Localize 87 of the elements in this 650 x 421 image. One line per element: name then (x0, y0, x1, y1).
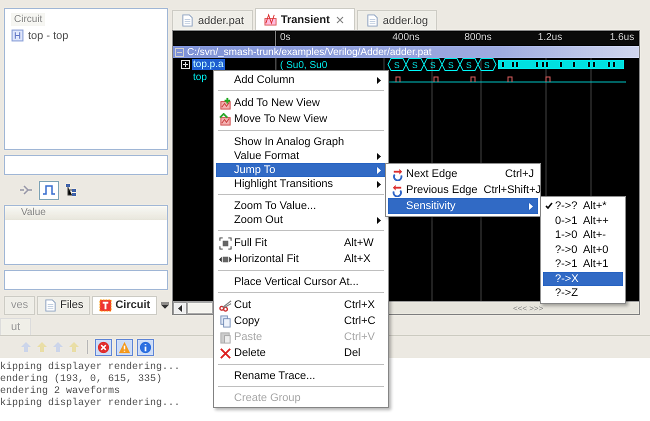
editor-tab[interactable]: Transient (254, 8, 355, 30)
scroll-label: <<< >>> (513, 304, 544, 312)
menu-item[interactable]: Next Edge Ctrl+J (388, 166, 538, 182)
module-icon (11, 29, 24, 42)
menu-item[interactable]: Add Column (216, 73, 386, 87)
time-label: 1.2us (538, 32, 562, 43)
panel-tab[interactable]: Circuit (92, 296, 158, 314)
expand-icon[interactable] (181, 60, 190, 69)
copy-icon (218, 314, 232, 328)
menu-item[interactable]: ?->1 Alt+1 (543, 257, 623, 272)
menu-item[interactable]: Previous Edge Ctrl+Shift+J (388, 182, 538, 198)
bus-segment: S (477, 58, 497, 71)
menu-item[interactable]: ?->Z (543, 286, 623, 300)
filter-field[interactable] (4, 155, 168, 175)
menu-item[interactable]: Place Vertical Cursor At... (216, 275, 386, 289)
menu-item[interactable]: Sensitivity (388, 198, 538, 214)
left-arrow-icon (178, 304, 182, 312)
dropdown-icon[interactable] (161, 301, 170, 309)
scissors-icon (218, 298, 232, 312)
close-icon[interactable] (336, 16, 344, 24)
tree-item[interactable]: top - top (11, 29, 161, 42)
warning-icon (118, 340, 131, 354)
document-icon (44, 298, 58, 312)
file-path-row: C:/svn/_smash-trunk/examples/Verilog/Adder/adder.pat (173, 46, 639, 58)
menu-item[interactable]: Horizontal Fit Alt+X (216, 251, 386, 267)
menu-item[interactable]: Zoom Out (216, 213, 386, 227)
signal-name[interactable]: top (192, 72, 208, 83)
hierarchy-icon (65, 184, 79, 196)
bus-segment: S (441, 58, 461, 71)
menu-item[interactable]: Add To New View (216, 95, 386, 111)
signal-value: ( Su0, Su0 (280, 60, 328, 71)
menu-item[interactable]: ?->X (543, 272, 623, 286)
time-label: 400ns (392, 32, 420, 43)
collapse-icon[interactable] (175, 48, 184, 56)
time-label: 1.6us (610, 32, 634, 43)
waveform-button[interactable] (39, 180, 59, 200)
document-icon (366, 14, 379, 27)
previous-edge-icon (390, 184, 404, 196)
log-line: kipping displayer rendering... (0, 398, 180, 409)
value-field[interactable] (4, 270, 168, 290)
error-icon (97, 340, 110, 354)
scroll-left-button[interactable] (173, 302, 187, 314)
info-button[interactable] (137, 338, 154, 356)
menu-item[interactable]: 1->0 Alt+- (543, 228, 623, 242)
menu-item[interactable]: ?->? Alt+* (543, 199, 623, 214)
next-edge-icon (390, 168, 404, 180)
waveform-icon (42, 184, 56, 196)
menu-item[interactable]: Rename Trace... (216, 369, 386, 383)
step-icon (19, 184, 33, 196)
signal-name[interactable]: top.p.a (192, 59, 225, 70)
bus-segment: S (423, 58, 443, 71)
scroll-thumb[interactable] (187, 302, 213, 314)
bus-segment: S (459, 58, 479, 71)
warnings-button[interactable] (116, 338, 133, 356)
menu-item[interactable]: Jump To (216, 163, 386, 177)
menu-item[interactable]: Copy Ctrl+C (216, 313, 386, 329)
menu-item[interactable]: Move To New View (216, 111, 386, 127)
delete-icon (218, 346, 232, 360)
menu-item[interactable]: Delete Del (216, 345, 386, 361)
bus-segment: S (387, 58, 407, 71)
errors-button[interactable] (95, 338, 112, 356)
circuit-icon (99, 298, 112, 312)
menu-item[interactable]: Zoom To Value... (216, 199, 386, 213)
info-icon (139, 340, 152, 354)
bus-segment: S (405, 58, 425, 71)
document-icon (181, 14, 194, 27)
full-fit-icon (218, 236, 232, 250)
menu-item[interactable]: ?->0 Alt+0 (543, 242, 623, 257)
add-view-icon (218, 96, 232, 110)
menu-item[interactable]: Highlight Transitions (216, 177, 386, 191)
log-line: endering (193, 0, 615, 335) (0, 374, 162, 385)
menu-item[interactable]: Value Format (216, 149, 386, 163)
menu-item[interactable]: Show In Analog Graph (216, 135, 386, 149)
time-label: 0s (280, 32, 291, 43)
graph-icon (264, 13, 277, 26)
column-header: Value (5, 206, 167, 220)
panel-tab[interactable]: Files (37, 296, 90, 314)
editor-tab[interactable]: adder.log (356, 10, 438, 30)
editor-tab[interactable]: adder.pat (172, 10, 253, 30)
panel-title: Circuit (11, 13, 46, 26)
menu-item[interactable]: Full Fit Alt+W (216, 235, 386, 251)
time-label: 800ns (464, 32, 492, 43)
log-line: endering 2 waveforms (0, 386, 120, 397)
log-line: kipping displayer rendering... (0, 362, 180, 373)
move-view-icon (218, 112, 232, 126)
paste-icon (218, 330, 232, 344)
menu-item[interactable]: 0->1 Alt++ (543, 214, 623, 228)
